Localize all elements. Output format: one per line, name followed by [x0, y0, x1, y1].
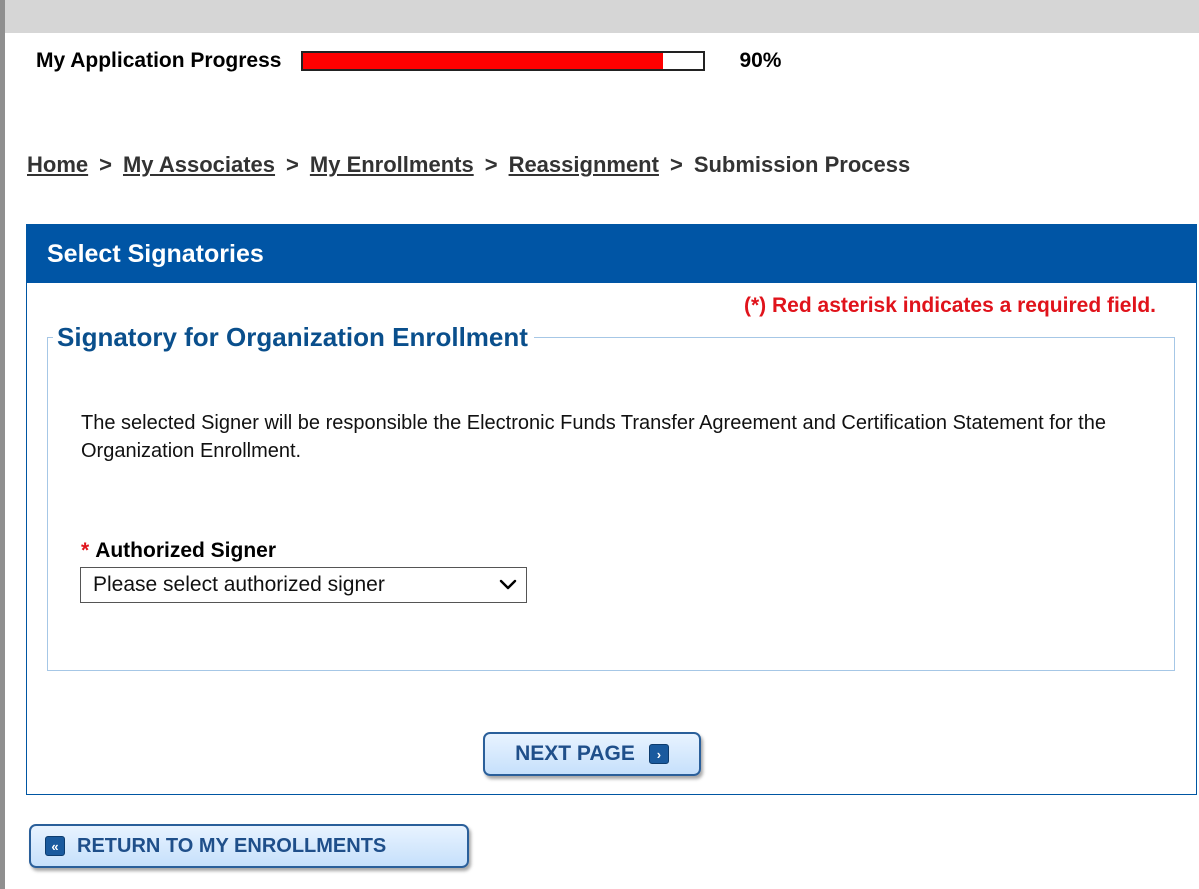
breadcrumb-separator: >	[99, 152, 112, 177]
progress-percent: 90%	[739, 49, 782, 72]
window-edge	[0, 0, 5, 889]
return-to-my-enrollments-button[interactable]: « RETURN TO MY ENROLLMENTS	[29, 824, 469, 868]
authorized-signer-label-text: Authorized Signer	[95, 539, 277, 562]
progress-label: My Application Progress	[36, 49, 282, 72]
breadcrumb-separator: >	[484, 152, 498, 177]
panel-title: Select Signatories	[27, 225, 1196, 283]
return-button-label: RETURN TO MY ENROLLMENTS	[77, 834, 387, 857]
chevron-right-icon: ›	[648, 744, 669, 764]
signatory-fieldset	[47, 337, 1175, 671]
double-chevron-left-icon: «	[45, 836, 65, 856]
breadcrumb-separator: >	[286, 152, 299, 177]
application-progress: My Application Progress 90%	[36, 46, 781, 76]
authorized-signer-select[interactable]: Please select authorized signer	[80, 567, 527, 603]
breadcrumb-home[interactable]: Home	[27, 152, 88, 177]
select-signatories-panel: Select Signatories (*) Red asterisk indi…	[26, 224, 1197, 795]
chevron-down-icon	[499, 579, 517, 590]
required-asterisk: *	[81, 539, 90, 562]
breadcrumb: Home > My Associates > My Enrollments > Reassi…	[27, 152, 910, 178]
breadcrumb-my-associates[interactable]: My Associates	[123, 152, 275, 177]
next-page-button[interactable]: NEXT PAGE ›	[483, 732, 701, 776]
breadcrumb-separator: >	[669, 152, 683, 177]
authorized-signer-value: Please select authorized signer	[93, 573, 385, 596]
breadcrumb-my-enrollments[interactable]: My Enrollments	[310, 152, 474, 177]
required-field-note: (*) Red asterisk indicates a required fi…	[744, 294, 1156, 317]
breadcrumb-reassignment[interactable]: Reassignment	[509, 152, 659, 177]
progress-fill	[303, 53, 664, 69]
authorized-signer-label: * Authorized Signer	[81, 539, 276, 563]
breadcrumb-current: Submission Process	[693, 152, 911, 177]
top-band	[5, 0, 1199, 33]
signer-description: The selected Signer will be responsible …	[81, 412, 1106, 462]
progress-bar	[301, 51, 706, 71]
fieldset-legend: Signatory for Organization Enrollment	[53, 322, 534, 353]
next-page-label: NEXT PAGE	[515, 742, 635, 765]
